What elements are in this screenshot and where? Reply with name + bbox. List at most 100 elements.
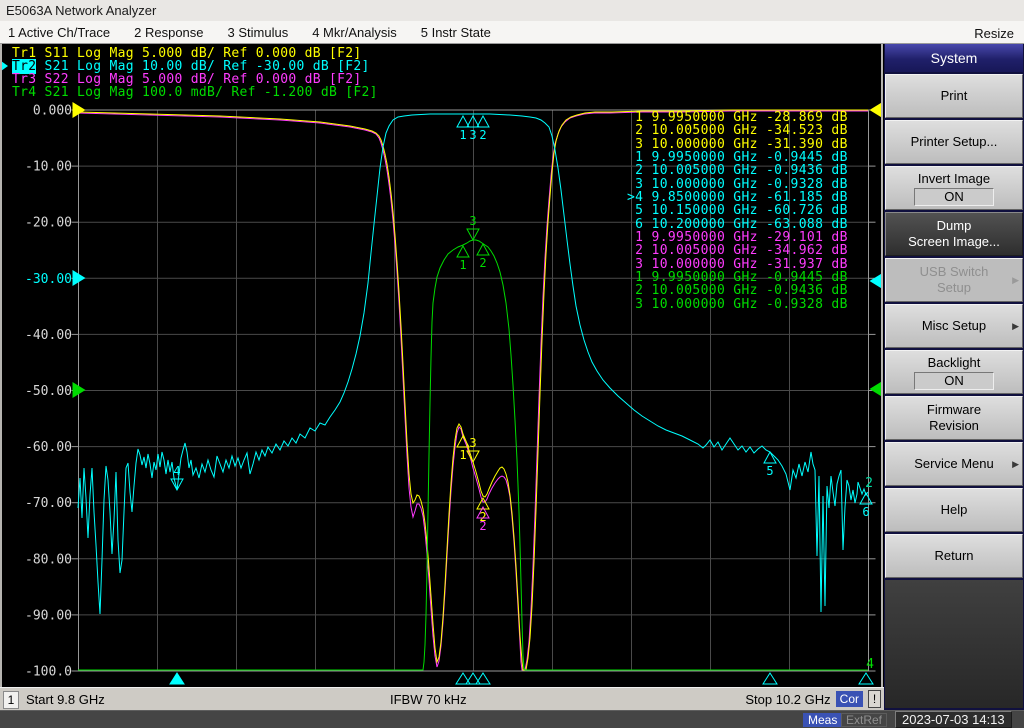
resize-button[interactable]: Resize xyxy=(974,26,1014,41)
channel-number-box: 1 xyxy=(3,691,19,709)
trace-params: S21 Log Mag 100.0 mdB/ Ref -1.200 dB [F2… xyxy=(36,85,378,100)
marker-number: 1 xyxy=(459,448,466,462)
softkey-label: Backlight xyxy=(927,354,981,370)
softkey-backlight[interactable]: Backlight ON xyxy=(885,350,1023,394)
marker-table-row: 1 9.9950000 GHz -0.9445 dB xyxy=(627,150,848,166)
marker-table-row: 5 10.150000 GHz -60.726 dB xyxy=(627,203,848,219)
menu-bar: 1 Active Ch/Trace 2 Response 3 Stimulus 4 M… xyxy=(0,21,1024,44)
active-trace-arrow-icon xyxy=(1,61,8,71)
screen-border-right xyxy=(881,44,883,687)
marker-stimulus-indicator xyxy=(858,672,874,685)
y-axis-label: -40.00 xyxy=(25,328,72,343)
marker-number: 4 xyxy=(173,464,180,478)
extref-status-badge: ExtRef xyxy=(841,713,888,727)
marker-triangle-icon xyxy=(763,450,777,464)
marker-tr4-1: 1 xyxy=(456,244,470,272)
softkey-return[interactable]: Return xyxy=(885,534,1023,578)
softkey-firmware-revision[interactable]: Firmware Revision xyxy=(885,396,1023,440)
softkey-label: USB Switch xyxy=(919,264,989,279)
edge-marker-number: 4 xyxy=(866,657,874,672)
trace-def-tr4: Tr4 S21 Log Mag 100.0 mdB/ Ref -1.200 dB… xyxy=(12,86,378,99)
softkey-menu: System Print Printer Setup... Invert Image… xyxy=(884,44,1024,710)
softkey-label: Setup xyxy=(937,280,971,295)
softkey-misc-setup[interactable]: Misc Setup ▶ xyxy=(885,304,1023,348)
status-bar: 1 Start 9.8 GHz IFBW 70 kHz Stop 10.2 GH… xyxy=(0,687,884,710)
start-frequency-label: Start 9.8 GHz xyxy=(26,692,105,707)
y-axis-label: -100.0 xyxy=(25,665,72,680)
softkey-label: Dump xyxy=(936,218,972,233)
alert-badge[interactable]: ! xyxy=(868,690,881,708)
marker-tr2-2: 2 xyxy=(476,114,490,142)
marker-tr2-1: 1 xyxy=(456,114,470,142)
menu-active-ch-trace[interactable]: 1 Active Ch/Trace xyxy=(8,25,110,40)
menu-stimulus[interactable]: 3 Stimulus xyxy=(228,25,289,40)
marker-number: 2 xyxy=(479,519,486,533)
softkey-toggle-state: ON xyxy=(914,187,994,206)
y-axis-label: -10.00 xyxy=(25,160,72,175)
softkey-label: Service Menu xyxy=(914,456,994,471)
marker-triangle-icon xyxy=(476,242,490,256)
marker-stimulus-indicator xyxy=(475,672,491,685)
softkey-usb-switch-setup: USB Switch Setup ▶ xyxy=(885,258,1023,302)
softkey-invert-image[interactable]: Invert Image ON xyxy=(885,166,1023,210)
screen-border-left xyxy=(0,44,2,687)
marker-table-row: 3 10.000000 GHz -31.390 dB xyxy=(627,136,848,152)
marker-tr4-2: 2 xyxy=(476,242,490,270)
y-axis-label: -30.00 xyxy=(25,272,72,287)
marker-table-row: 6 10.200000 GHz -63.088 dB xyxy=(627,216,848,232)
marker-table-row: 2 10.005000 GHz -34.962 dB xyxy=(627,243,848,259)
marker-tr2-6: 6 xyxy=(859,491,873,519)
marker-number: 3 xyxy=(469,128,476,142)
analyzer-screen: 0.000 -10.00 -20.00 -30.00 -40.00 -50.00 -60.0… xyxy=(0,44,884,687)
marker-number: 3 xyxy=(469,214,476,228)
softkey-label: Help xyxy=(940,502,968,517)
submenu-arrow-icon: ▶ xyxy=(1012,459,1019,469)
meas-status-badge: Meas xyxy=(803,713,843,727)
softkey-service-menu[interactable]: Service Menu ▶ xyxy=(885,442,1023,486)
marker-table-row: 2 10.005000 GHz -0.9436 dB xyxy=(627,283,848,299)
softkey-dump-screen-image[interactable]: Dump Screen Image... xyxy=(885,212,1023,256)
marker-stimulus-indicator xyxy=(465,672,481,685)
softkey-label: Print xyxy=(940,88,968,103)
datetime-display: 2023-07-03 14:13 xyxy=(895,711,1012,728)
y-axis-label: -80.00 xyxy=(25,552,72,567)
softkey-label: Screen Image... xyxy=(908,234,1000,249)
y-axis-label: -50.00 xyxy=(25,384,72,399)
softkey-label: Revision xyxy=(929,418,979,433)
softkey-label: Return xyxy=(934,548,974,563)
submenu-arrow-icon: ▶ xyxy=(1012,275,1019,285)
marker-table-row: 3 10.000000 GHz -0.9328 dB xyxy=(627,296,848,312)
marker-table-row: 3 10.000000 GHz -31.937 dB xyxy=(627,256,848,272)
softkey-label: Printer Setup... xyxy=(910,134,998,149)
marker-table-row: 1 9.9950000 GHz -0.9445 dB xyxy=(627,270,848,286)
y-axis-label: -60.00 xyxy=(25,440,72,455)
marker-number: 5 xyxy=(766,464,773,478)
y-axis-label: -70.00 xyxy=(25,496,72,511)
instrument-status-bar: Meas ExtRef 2023-07-03 14:13 xyxy=(0,710,1024,728)
softkey-menu-title: System xyxy=(885,44,1023,72)
marker-stimulus-indicator xyxy=(762,672,778,685)
marker-number: 6 xyxy=(862,505,869,519)
marker-triangle-icon xyxy=(456,114,470,128)
marker-table-row: 1 9.9950000 GHz -29.101 dB xyxy=(627,230,848,246)
marker-number: 2 xyxy=(479,256,486,270)
softkey-label: Invert Image xyxy=(917,170,991,186)
menu-mkr-analysis[interactable]: 4 Mkr/Analysis xyxy=(312,25,397,40)
softkey-printer-setup[interactable]: Printer Setup... xyxy=(885,120,1023,164)
trace-id-tr4[interactable]: Tr4 xyxy=(12,85,36,100)
softkey-label: Firmware xyxy=(926,402,982,417)
marker-stimulus-indicator xyxy=(169,672,185,685)
softkey-help[interactable]: Help xyxy=(885,488,1023,532)
trace-definitions: Tr1 S11 Log Mag 5.000 dB/ Ref 0.000 dB [… xyxy=(1,47,378,99)
ifbw-label: IFBW 70 kHz xyxy=(390,692,467,707)
menu-instr-state[interactable]: 5 Instr State xyxy=(421,25,491,40)
softkey-print[interactable]: Print xyxy=(885,74,1023,118)
e5063a-window: E5063A Network Analyzer 1 Active Ch/Trac… xyxy=(0,0,1024,728)
softkey-label: Misc Setup xyxy=(921,318,987,333)
menu-response[interactable]: 2 Response xyxy=(134,25,203,40)
marker-table-row: 1 9.9950000 GHz -28.869 dB xyxy=(627,110,848,125)
marker-number: 1 xyxy=(459,128,466,142)
marker-number: 3 xyxy=(469,436,476,450)
marker-number: 1 xyxy=(459,258,466,272)
submenu-arrow-icon: ▶ xyxy=(1012,321,1019,331)
